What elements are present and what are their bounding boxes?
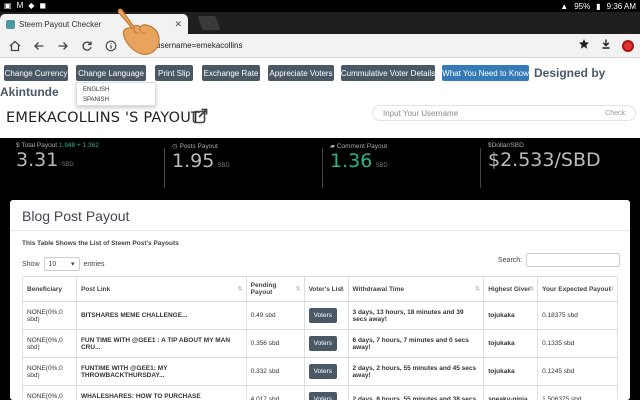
- sort-icon: ⇅: [237, 286, 243, 293]
- total-payout-breakdown: 1.948 + 1.362: [58, 142, 99, 149]
- download-icon[interactable]: [600, 37, 612, 55]
- address-bar[interactable]: .com/?username=emekacollins: [132, 37, 570, 55]
- what-you-need-to-know-button[interactable]: What You Need to Know: [442, 65, 529, 81]
- col-highest-giver[interactable]: Highest Giver ⇅: [483, 276, 539, 302]
- posts-payout-value: 1.95: [172, 150, 215, 172]
- sort-icon: ⇅: [608, 286, 614, 293]
- col-pending-payout[interactable]: Pending Payout ⇅: [245, 276, 305, 302]
- browser-tab[interactable]: Steem Payout Checker ✕: [0, 14, 188, 34]
- voters-button[interactable]: Voters: [308, 364, 337, 379]
- back-icon[interactable]: [30, 37, 48, 55]
- col-beneficiary[interactable]: Beneficiary: [22, 276, 77, 302]
- table-row: NONE(0%,0 sbd) FUN TIME WITH @GEE1 : A T…: [22, 329, 618, 358]
- entries-select[interactable]: 10 ▾: [43, 257, 80, 271]
- comment-payout-value: 1.36: [330, 150, 373, 172]
- designed-by-label: Designed by: [534, 66, 606, 80]
- close-tab-icon[interactable]: ✕: [174, 19, 182, 30]
- voters-button[interactable]: Voters: [308, 392, 337, 400]
- language-option-spanish[interactable]: SPANISH: [83, 95, 149, 105]
- voters-button[interactable]: Voters: [308, 336, 337, 351]
- post-link[interactable]: WHALESHARES: HOW TO PURCHASE WHALESHARE: [75, 385, 247, 400]
- table-search-input[interactable]: [526, 253, 621, 267]
- status-bar: ▣ M ◆ ◼ ▲ 95% ▮ 9:36 AM: [0, 0, 640, 12]
- col-expected-payout[interactable]: Your Expected Payout ⇅: [537, 276, 618, 302]
- browser-toolbar: .com/?username=emekacollins: [0, 34, 640, 58]
- col-withdrawal-time[interactable]: Withdrawal Time ⇅: [347, 276, 485, 302]
- comment-payout-stat: ▰ Comment Payout 1.36 SBD: [322, 142, 472, 192]
- gmail-icon: M: [16, 1, 24, 10]
- opera-menu-icon[interactable]: [622, 39, 634, 52]
- dollar-sbd-stat: $Dollar/SBD $2.533/SBD: [480, 142, 636, 192]
- change-language-button[interactable]: Change Language: [76, 65, 146, 81]
- image-icon: ▣: [4, 1, 12, 10]
- col-post-link[interactable]: Post Link ⇅: [75, 276, 247, 302]
- post-link[interactable]: BITSHARES MEME CHALLENGE...: [75, 301, 247, 330]
- print-slip-button[interactable]: Print Slip: [155, 65, 193, 81]
- table-row: NONE(0%,0 sbd) WHALESHARES: HOW TO PURCH…: [22, 385, 618, 400]
- col-voters-list[interactable]: Voter's List ⇅: [303, 276, 349, 302]
- language-dropdown-menu: ENGLISH SPANISH: [76, 82, 156, 106]
- top-navigation: Change Currency Change Language Print Sl…: [0, 58, 640, 106]
- info-icon[interactable]: [102, 37, 120, 55]
- new-tab-button[interactable]: [197, 16, 221, 30]
- check-button[interactable]: Check: [605, 110, 625, 117]
- sort-icon: ⇅: [529, 286, 535, 293]
- battery-icon: ▮: [596, 1, 601, 11]
- payout-stats-bar: $ Total Payout 1.948 + 1.362 3.31 SBD ◷ P…: [0, 138, 640, 198]
- table-row: NONE(0%,0 sbd) FUNTIME WITH @GEE1: MY TH…: [22, 357, 618, 386]
- language-option-english[interactable]: ENGLISH: [83, 85, 149, 95]
- username-input[interactable]: Input Your Username Check: [372, 105, 636, 121]
- card-title: Blog Post Payout: [22, 208, 130, 224]
- favicon-icon: [6, 19, 15, 29]
- battery-level: 95%: [574, 1, 591, 11]
- page-title: EMEKACOLLINS 'S PAYOUT: [6, 110, 201, 126]
- blog-payout-card: Blog Post Payout This Table Shows the Li…: [10, 200, 630, 400]
- notification-icons: ▣ M ◆ ◼: [4, 2, 46, 10]
- posts-payout-stat: ◷ Posts Payout 1.95 SBD: [164, 142, 314, 192]
- home-icon[interactable]: [6, 37, 24, 55]
- exchange-rate-button[interactable]: Exchange Rate: [202, 65, 260, 81]
- total-payout-stat: $ Total Payout 1.948 + 1.362 3.31 SBD: [16, 142, 99, 171]
- clock-icon: ◷: [172, 143, 178, 150]
- payout-table: Beneficiary Post Link ⇅ Pending Payout ⇅ V…: [22, 276, 618, 400]
- post-link[interactable]: FUN TIME WITH @GEE1 : A TIP ABOUT MY MAN…: [75, 329, 247, 358]
- browser-tab-strip: Steem Payout Checker ✕: [0, 12, 640, 34]
- reload-icon[interactable]: [78, 37, 96, 55]
- url-text: .com/?username=emekacollins: [132, 41, 243, 50]
- entries-length-control: Show 10 ▾ entries: [22, 257, 105, 271]
- app-icon: ◼: [39, 1, 47, 10]
- tab-title: Steem Payout Checker: [19, 19, 102, 29]
- username-placeholder: Input Your Username: [383, 108, 459, 118]
- total-payout-value: 3.31: [16, 149, 59, 171]
- external-link-icon[interactable]: [192, 108, 208, 124]
- dollar-sbd-value: $2.533/SBD: [488, 149, 601, 171]
- sort-icon: ⇅: [475, 286, 481, 293]
- chevron-down-icon: ▾: [71, 261, 75, 268]
- sort-icon: ⇅: [295, 286, 301, 293]
- forward-icon[interactable]: [54, 37, 72, 55]
- comment-icon: ▰: [330, 143, 335, 150]
- web-page: Change Currency Change Language Print Sl…: [0, 58, 640, 400]
- cummulative-voter-details-button[interactable]: Cummulative Voter Details: [341, 65, 435, 81]
- table-row: NONE(0%,0 sbd) BITSHARES MEME CHALLENGE.…: [22, 301, 618, 330]
- post-link[interactable]: FUNTIME WITH @GEE1: MY THROWBACKTHURSDAY…: [75, 357, 247, 386]
- appreciate-voters-button[interactable]: Appreciate Voters: [268, 65, 334, 81]
- table-header-row: Beneficiary Post Link ⇅ Pending Payout ⇅ V…: [22, 276, 618, 302]
- notification-icon: ◆: [28, 1, 35, 10]
- signal-icon: ▲: [560, 1, 569, 11]
- voters-button[interactable]: Voters: [308, 308, 337, 323]
- dollar-icon: $: [16, 142, 20, 149]
- bookmark-star-icon[interactable]: [578, 37, 590, 55]
- clock-time: 9:36 AM: [606, 1, 636, 11]
- change-currency-button[interactable]: Change Currency: [4, 65, 68, 81]
- card-subtitle: This Table Shows the List of Steem Post'…: [22, 240, 179, 247]
- author-name: Akintunde: [0, 85, 59, 99]
- sort-icon: ⇅: [339, 286, 345, 293]
- table-search: Search:: [498, 253, 621, 267]
